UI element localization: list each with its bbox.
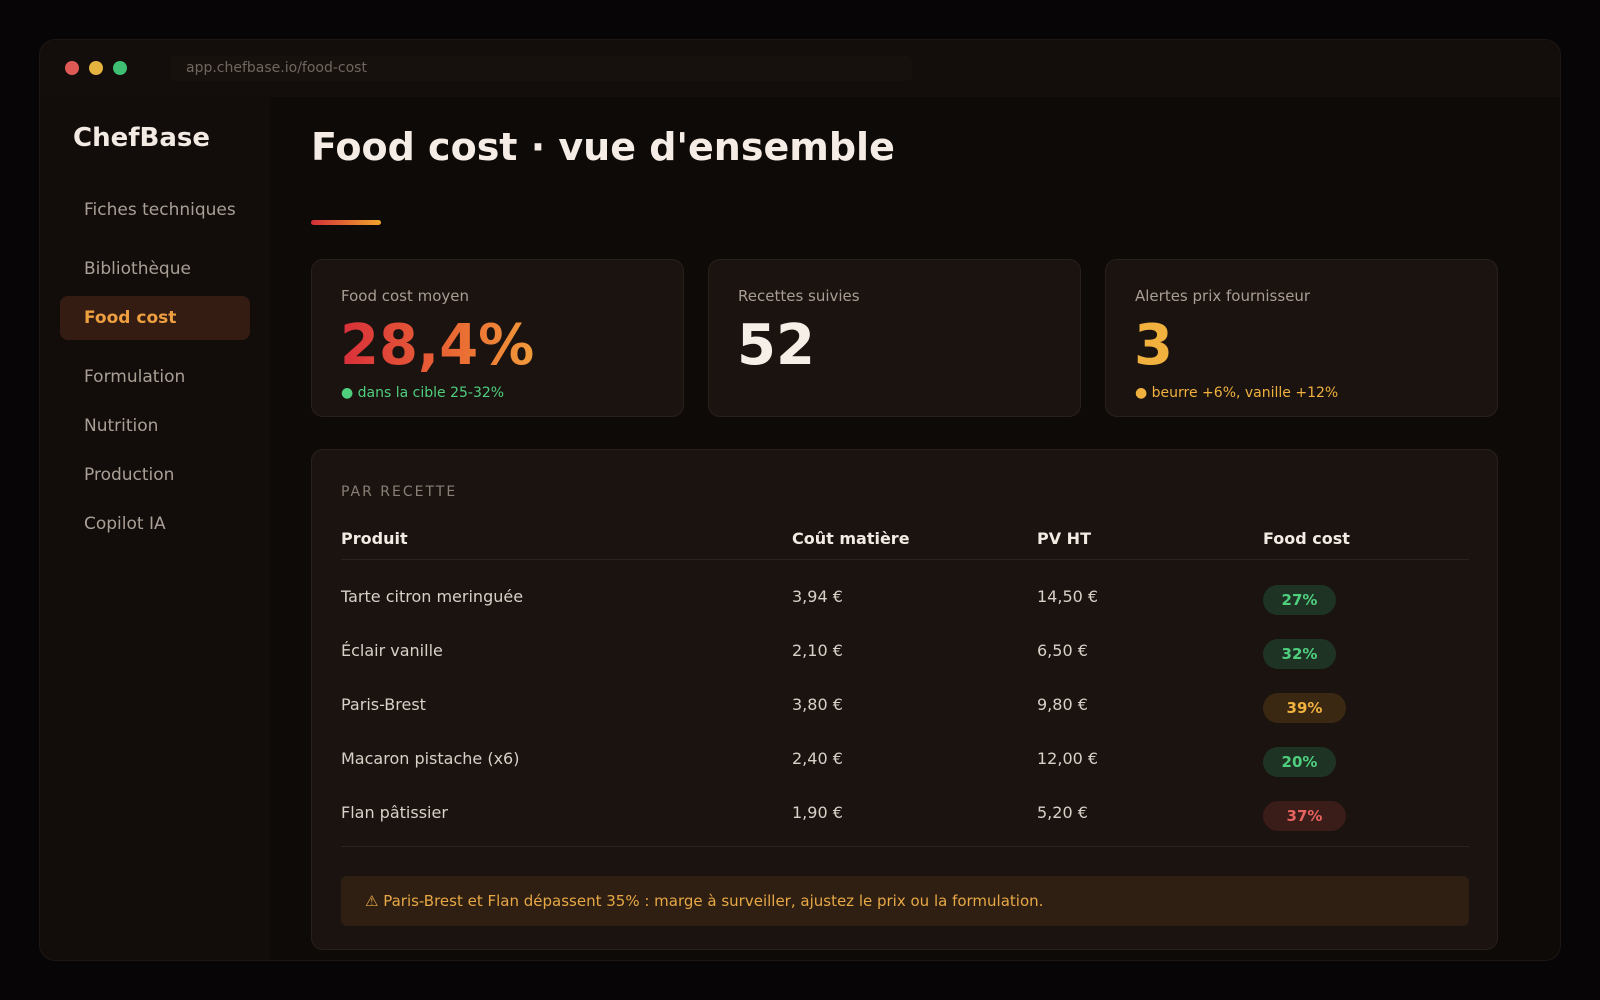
column-header-pv-ht: PV HT [1037,529,1091,548]
kpi-value: 52 [737,313,815,378]
sidebar-item-nutrition[interactable]: Nutrition [60,404,250,448]
main-content: Food cost · vue d'ensemble Food cost moy… [270,97,1560,960]
cell-price: 14,50 € [1037,587,1099,606]
kpi-label: Alertes prix fournisseur [1135,287,1311,305]
address-bar[interactable]: app.chefbase.io/food-cost [170,56,912,81]
cell-cost: 3,80 € [792,695,843,714]
minimize-window-button[interactable] [89,61,103,75]
kpi-label: Food cost moyen [341,287,470,305]
warning-alert: ⚠ Paris-Brest et Flan dépassent 35% : ma… [341,876,1469,926]
cell-cost: 2,10 € [792,641,843,660]
sidebar-item-production[interactable]: Production [60,453,250,497]
kpi-value: 28,4% [340,313,535,378]
kpi-card-alertes: Alertes prix fournisseur 3 ● beurre +6%,… [1105,259,1498,417]
cell-price: 5,20 € [1037,803,1088,822]
brand-logo: ChefBase [73,123,211,153]
column-header-cout-matiere: Coût matière [792,529,910,548]
kpi-note: ● beurre +6%, vanille +12% [1135,385,1339,401]
cell-cost: 3,94 € [792,587,843,606]
column-header-produit: Produit [341,529,408,548]
cell-price: 9,80 € [1037,695,1088,714]
maximize-window-button[interactable] [113,61,127,75]
cell-product: Éclair vanille [341,641,443,660]
food-cost-badge: 27% [1263,585,1336,615]
sidebar-item-copilot-ia[interactable]: Copilot IA [60,502,250,546]
sidebar-item-formulation[interactable]: Formulation [60,355,250,399]
food-cost-badge: 39% [1263,693,1346,723]
cell-product: Macaron pistache (x6) [341,749,520,768]
kpi-value: 3 [1134,313,1173,378]
sidebar-item-bibliotheque[interactable]: Bibliothèque [60,247,250,291]
kpi-note: ● dans la cible 25-32% [341,385,505,401]
food-cost-badge: 32% [1263,639,1336,669]
kpi-label: Recettes suivies [738,287,860,305]
kpi-card-food-cost: Food cost moyen 28,4% ● dans la cible 25… [311,259,684,417]
sidebar: ChefBase Fiches techniques Bibliothèque … [40,97,270,960]
food-cost-badge: 20% [1263,747,1336,777]
sidebar-item-fiches-techniques[interactable]: Fiches techniques [60,188,250,232]
cell-price: 6,50 € [1037,641,1088,660]
cell-product: Paris-Brest [341,695,426,714]
page-title: Food cost · vue d'ensemble [311,125,895,169]
table-footer-divider [341,846,1469,847]
section-label: PAR RECETTE [341,484,458,500]
cell-price: 12,00 € [1037,749,1099,768]
cell-product: Flan pâtissier [341,803,448,822]
header-divider [341,559,1469,560]
kpi-card-recettes: Recettes suivies 52 [708,259,1081,417]
cell-cost: 1,90 € [792,803,843,822]
column-header-food-cost: Food cost [1263,529,1350,548]
app-window: app.chefbase.io/food-cost ChefBase Fiche… [39,39,1561,961]
close-window-button[interactable] [65,61,79,75]
recipe-table-card: PAR RECETTE Produit Coût matière PV HT F… [311,449,1498,950]
cell-cost: 2,40 € [792,749,843,768]
cell-product: Tarte citron meringuée [341,587,524,606]
sidebar-item-food-cost[interactable]: Food cost [60,296,250,340]
food-cost-badge: 37% [1263,801,1346,831]
title-underline [311,220,381,225]
title-bar: app.chefbase.io/food-cost [40,40,1560,97]
